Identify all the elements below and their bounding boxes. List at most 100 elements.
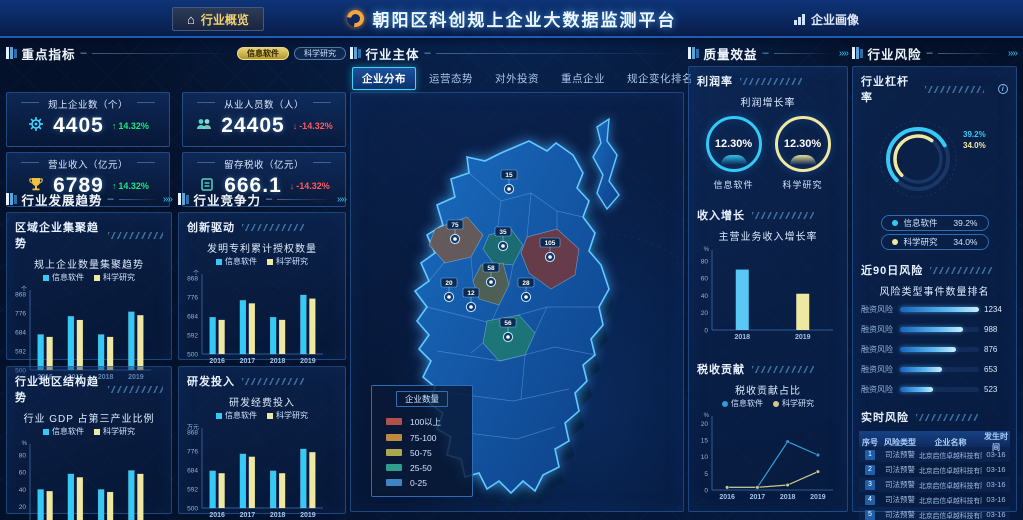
leverage-legend-pill: 信息软件39.2% [881, 215, 989, 231]
svg-text:500: 500 [187, 352, 198, 359]
chart-legend: 信息软件科学研究 [179, 410, 345, 421]
svg-text:105: 105 [545, 240, 556, 247]
svg-text:5: 5 [704, 471, 708, 478]
svg-text:776: 776 [187, 295, 198, 302]
svg-text:684: 684 [15, 330, 26, 337]
gear-icon [27, 115, 45, 138]
svg-text:684: 684 [187, 468, 198, 475]
svg-text:2018: 2018 [270, 512, 286, 519]
svg-text:28: 28 [522, 280, 530, 287]
svg-text:2018: 2018 [270, 358, 286, 365]
platform-logo-icon [343, 6, 367, 30]
svg-text:684: 684 [187, 314, 198, 321]
expand-arrows-icon[interactable] [337, 194, 346, 205]
section-title: 收入增长 [689, 201, 847, 225]
svg-text:56: 56 [504, 320, 512, 327]
bar-chart-icon [794, 14, 805, 25]
risk-bar-row: 融资风险1234 [853, 299, 1016, 319]
svg-text:592: 592 [15, 349, 26, 356]
gauge-value: 12.30% [784, 138, 821, 150]
svg-text:2018: 2018 [780, 494, 796, 501]
table-row: 4司法预警北京启信卓越科技有限公司03-16 [859, 492, 1010, 507]
chart-title: 行业 GDP 占第三产业比例 [7, 410, 171, 425]
nav-enterprise-portrait-label: 企业画像 [811, 11, 859, 28]
leverage-legend: 信息软件39.2%科学研究34.0% [853, 215, 1016, 250]
svg-text:2016: 2016 [209, 512, 225, 519]
map-legend-row: 100以上 [372, 413, 472, 430]
panel-quality: 质量效益 – 利润率 利润增长率 12.30%信息软件12.30%科学研究 收入… [688, 44, 848, 516]
chart-title: 发明专利累计授权数量 [179, 240, 345, 255]
expand-arrows-icon[interactable] [1008, 48, 1017, 59]
svg-text:776: 776 [187, 449, 198, 456]
panel-competitiveness: 行业竞争力 – 创新驱动 发明专利累计授权数量信息软件科学研究500592684… [178, 190, 346, 516]
tab-企业分布[interactable]: 企业分布 [352, 67, 416, 90]
tab-运营态势[interactable]: 运营态势 [420, 68, 482, 89]
section-title: 行业杠杆率 i [853, 67, 1016, 107]
svg-text:20: 20 [19, 504, 27, 511]
map-legend-row: 25-50 [372, 460, 472, 475]
panel-title: 重点指标 [22, 44, 76, 63]
svg-text:776: 776 [15, 311, 26, 318]
svg-text:2019: 2019 [300, 358, 316, 365]
section-card: 区域企业集聚趋势 规上企业数量集聚趋势信息软件科学研究5005926847768… [6, 212, 172, 360]
svg-text:2017: 2017 [750, 494, 766, 501]
info-icon[interactable]: i [998, 84, 1008, 94]
section-title: 税收贡献 [689, 355, 847, 379]
chart-legend: 信息软件科学研究 [7, 272, 171, 283]
expand-arrows-icon[interactable] [839, 48, 848, 59]
chart-legend: 信息软件科学研究 [179, 256, 345, 267]
svg-text:80: 80 [701, 258, 709, 265]
stat-card-value: 4405 [53, 114, 104, 138]
section-title: 研发投入 [179, 367, 345, 391]
series-toggle-pill[interactable]: 科学研究 [294, 47, 346, 60]
series-toggle-pill[interactable]: 信息软件 [237, 47, 289, 60]
chart-title: 风险类型事件数量排名 [853, 283, 1016, 298]
stat-card-label: 规上企业数（个） [7, 97, 169, 111]
panel-bars-icon [852, 47, 863, 59]
svg-text:%: % [704, 413, 710, 419]
realtime-risk-table: 序号风险类型企业名称发生时间1司法预警北京启信卓越科技有限公司03-162司法预… [859, 431, 1010, 520]
chart-title: 利润增长率 [689, 94, 847, 109]
expand-arrows-icon[interactable] [163, 194, 172, 205]
risk-bar-row: 融资风险653 [853, 359, 1016, 379]
section-title: 利润率 [689, 67, 847, 91]
profit-gauges: 12.30%信息软件12.30%科学研究 [689, 110, 847, 191]
svg-text:2018: 2018 [734, 334, 750, 341]
top-header: ⌂ 行业概览 朝阳区科创规上企业大数据监测平台 企业画像 [0, 0, 1023, 38]
table-row: 3司法预警北京启信卓越科技有限公司03-16 [859, 477, 1010, 492]
panel-key-indicators: 重点指标 – 信息软件科学研究 规上企业数（个）4405↑14.32%从业人员数… [6, 44, 346, 186]
page-title: 朝阳区科创规上企业大数据监测平台 [373, 6, 677, 31]
nav-industry-overview-label: 行业概览 [201, 11, 249, 28]
nav-industry-overview[interactable]: ⌂ 行业概览 [172, 7, 264, 31]
stat-card-value: 24405 [221, 114, 284, 138]
chart-legend: 信息软件科学研究 [689, 398, 847, 409]
svg-text:15: 15 [701, 438, 709, 445]
profit-gauge: 12.30% [775, 116, 831, 172]
section-title: 行业地区结构趋势 [7, 367, 171, 407]
svg-text:12: 12 [467, 290, 475, 297]
panel-bars-icon [6, 47, 17, 59]
nav-enterprise-portrait[interactable]: 企业画像 [780, 7, 873, 31]
table-header: 序号风险类型企业名称发生时间 [859, 431, 1010, 447]
stat-card-label: 营业收入（亿元） [7, 157, 169, 171]
risk-card: 行业杠杆率 i 39.2%34.0% 信息软件39.2%科学研究34.0% 近9… [852, 66, 1017, 512]
map-legend-title: 企业数量 [396, 391, 448, 407]
panel-bars-icon [350, 47, 361, 59]
svg-text:35: 35 [499, 229, 507, 236]
svg-text:60: 60 [19, 470, 27, 477]
tab-重点企业[interactable]: 重点企业 [552, 68, 614, 89]
panel-title: 行业发展趋势 [22, 190, 103, 209]
risk-bar-row: 融资风险876 [853, 339, 1016, 359]
svg-text:2016: 2016 [719, 494, 735, 501]
svg-text:2016: 2016 [209, 358, 225, 365]
svg-text:20: 20 [701, 421, 709, 428]
panel-title: 行业主体 [366, 44, 420, 63]
svg-text:58: 58 [487, 265, 495, 272]
map-ne-arm [593, 119, 619, 209]
panel-title: 质量效益 [704, 44, 758, 63]
tab-对外投资[interactable]: 对外投资 [486, 68, 548, 89]
section-title: 区域企业集聚趋势 [7, 213, 171, 253]
map-legend: 企业数量 100以上75-10050-7525-500-25 [371, 385, 473, 497]
svg-text:0: 0 [704, 488, 708, 495]
map-tabs: 企业分布运营态势对外投资重点企业规企变化排名 [352, 66, 684, 90]
